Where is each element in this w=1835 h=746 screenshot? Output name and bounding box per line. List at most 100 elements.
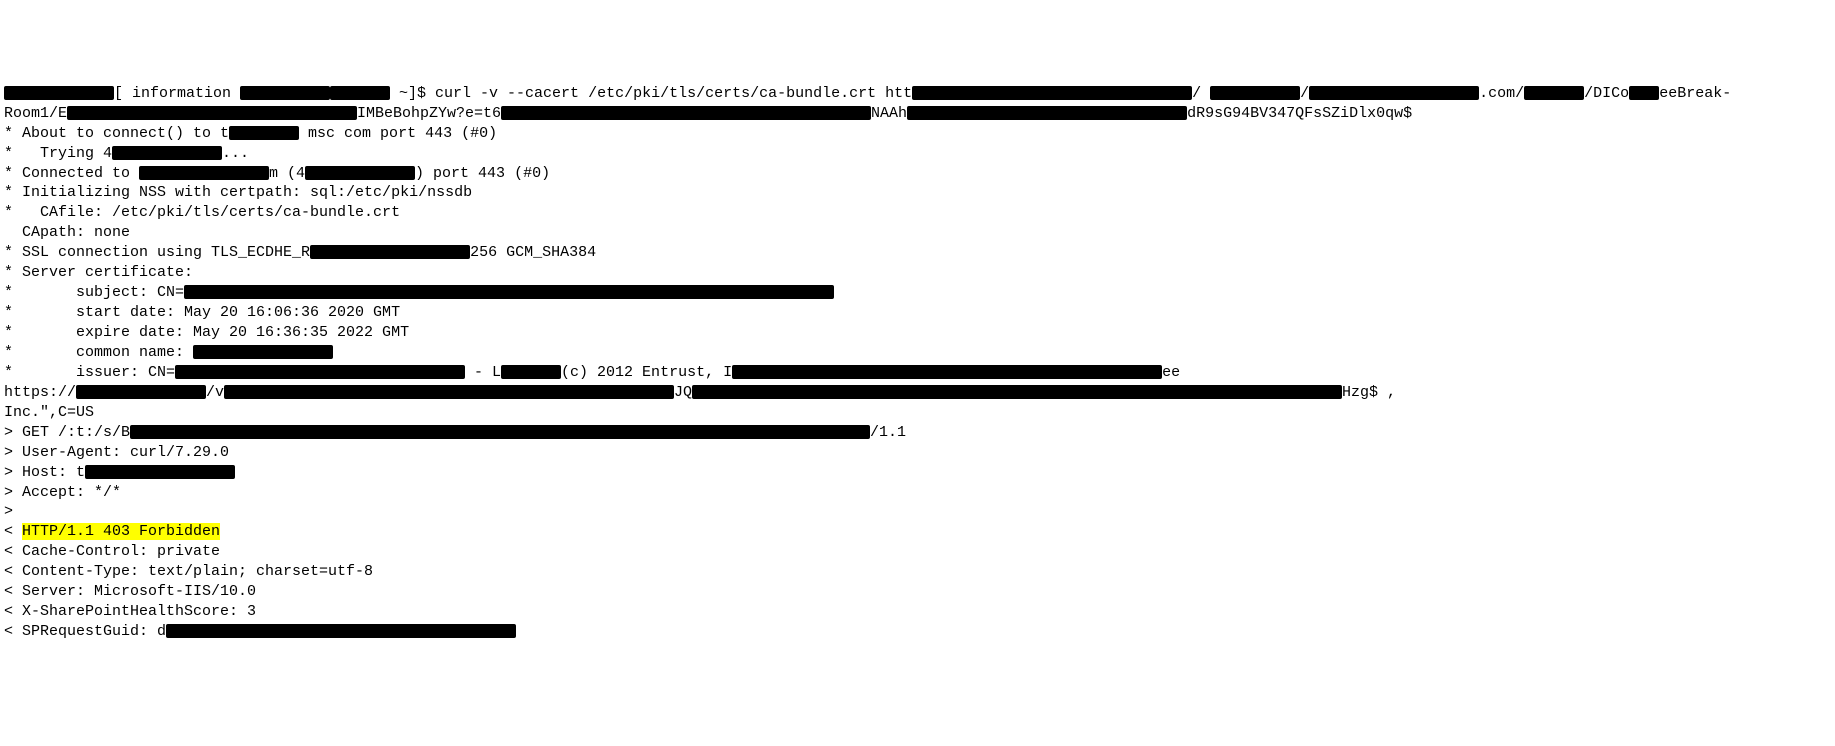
terminal-line: * Trying 4... [4,144,1831,164]
redacted-segment [501,106,871,120]
redacted-segment [67,106,357,120]
redacted-segment [692,385,1342,399]
terminal-text: (c) 2012 Entrust, I [561,364,732,381]
redacted-segment [224,385,674,399]
redacted-segment [193,345,333,359]
terminal-text: * subject: CN= [4,284,184,301]
terminal-text: msc com port 443 (#0) [299,125,497,142]
redacted-segment [130,425,870,439]
terminal-line: < Content-Type: text/plain; charset=utf-… [4,562,1831,582]
redacted-segment [166,624,516,638]
terminal-text: [ information [114,85,240,102]
terminal-line: CApath: none [4,223,1831,243]
terminal-text: ee [1162,364,1180,381]
terminal-text: - L [465,364,501,381]
terminal-output: [ information ~]$ curl -v --cacert /etc/… [4,84,1831,642]
terminal-line: * common name: [4,343,1831,363]
terminal-line: * start date: May 20 16:06:36 2020 GMT [4,303,1831,323]
terminal-text: * Connected to [4,165,139,182]
terminal-text: * Server certificate: [4,264,193,281]
terminal-line: < SPRequestGuid: d [4,622,1831,642]
redacted-segment [1524,86,1584,100]
terminal-text: * Trying 4 [4,145,112,162]
terminal-text: > GET /:t:/s/B [4,424,130,441]
terminal-text: > [4,503,13,520]
redacted-segment [112,146,222,160]
terminal-text: /v [206,384,224,401]
redacted-segment [184,285,834,299]
terminal-line: * SSL connection using TLS_ECDHE_R256 GC… [4,243,1831,263]
terminal-text: Hzg$ , [1342,384,1396,401]
redacted-segment [1629,86,1659,100]
terminal-line: > GET /:t:/s/B/1.1 [4,423,1831,443]
redacted-segment [139,166,269,180]
terminal-line: * About to connect() to t msc com port 4… [4,124,1831,144]
terminal-text: > Accept: */* [4,484,121,501]
terminal-text: > Host: t [4,464,85,481]
redacted-segment [4,86,114,100]
redacted-segment [732,365,1162,379]
terminal-text: < Server: Microsoft-IIS/10.0 [4,583,256,600]
terminal-text: 256 GCM_SHA384 [470,244,596,261]
terminal-text: * common name: [4,344,193,361]
redacted-segment [76,385,206,399]
terminal-text: /1.1 [870,424,906,441]
terminal-text: Room1/E [4,105,67,122]
terminal-text: * CAfile: /etc/pki/tls/certs/ca-bundle.c… [4,204,400,221]
terminal-line: < HTTP/1.1 403 Forbidden [4,522,1831,542]
redacted-segment [501,365,561,379]
redacted-segment [330,86,390,100]
terminal-line: > User-Agent: curl/7.29.0 [4,443,1831,463]
terminal-text: > User-Agent: curl/7.29.0 [4,444,229,461]
terminal-text: https:// [4,384,76,401]
terminal-text: * About to connect() to t [4,125,229,142]
terminal-line: * CAfile: /etc/pki/tls/certs/ca-bundle.c… [4,203,1831,223]
terminal-text: ) port 443 (#0) [415,165,550,182]
terminal-line: * Initializing NSS with certpath: sql:/e… [4,183,1831,203]
terminal-line: * Connected to m (4 ) port 443 (#0) [4,164,1831,184]
terminal-text: dR9sG94BV347QFsSZiDlx0qw$ [1187,105,1412,122]
terminal-line: Inc.",C=US [4,403,1831,423]
terminal-line: Room1/EIMBeBohpZYw?e=t6NAAhdR9sG94BV347Q… [4,104,1831,124]
terminal-text: ~]$ curl -v --cacert /etc/pki/tls/certs/… [390,85,912,102]
terminal-text: .com/ [1479,85,1524,102]
redacted-segment [1210,86,1300,100]
terminal-text: Inc.",C=US [4,404,94,421]
terminal-line: < X-SharePointHealthScore: 3 [4,602,1831,622]
terminal-line: > [4,502,1831,522]
terminal-text: * expire date: May 20 16:36:35 2022 GMT [4,324,409,341]
highlighted-text: HTTP/1.1 403 Forbidden [22,523,220,540]
terminal-line: < Server: Microsoft-IIS/10.0 [4,582,1831,602]
terminal-text: * issuer: CN= [4,364,175,381]
terminal-text: / [1300,85,1309,102]
terminal-text: /DICo [1584,85,1629,102]
redacted-segment [907,106,1187,120]
terminal-text: < [4,523,22,540]
redacted-segment [310,245,470,259]
terminal-text: ... [222,145,249,162]
terminal-line: https:///vJQHzg$ , [4,383,1831,403]
terminal-text: * start date: May 20 16:06:36 2020 GMT [4,304,400,321]
terminal-text: IMBeBohpZYw?e=t6 [357,105,501,122]
redacted-segment [305,166,415,180]
terminal-line: * subject: CN= [4,283,1831,303]
terminal-text: < Content-Type: text/plain; charset=utf-… [4,563,373,580]
terminal-text: m (4 [269,165,305,182]
terminal-text: eeBreak- [1659,85,1731,102]
terminal-text: / [1192,85,1210,102]
redacted-segment [229,126,299,140]
terminal-text: * Initializing NSS with certpath: sql:/e… [4,184,472,201]
redacted-segment [85,465,235,479]
terminal-text: CApath: none [4,224,130,241]
redacted-segment [175,365,465,379]
terminal-line: [ information ~]$ curl -v --cacert /etc/… [4,84,1831,104]
redacted-segment [240,86,330,100]
terminal-line: * issuer: CN= - L (c) 2012 Entrust, I ee [4,363,1831,383]
terminal-text: < Cache-Control: private [4,543,220,560]
terminal-line: * expire date: May 20 16:36:35 2022 GMT [4,323,1831,343]
terminal-line: > Host: t [4,463,1831,483]
terminal-line: * Server certificate: [4,263,1831,283]
terminal-line: < Cache-Control: private [4,542,1831,562]
terminal-text: < SPRequestGuid: d [4,623,166,640]
redacted-segment [912,86,1192,100]
